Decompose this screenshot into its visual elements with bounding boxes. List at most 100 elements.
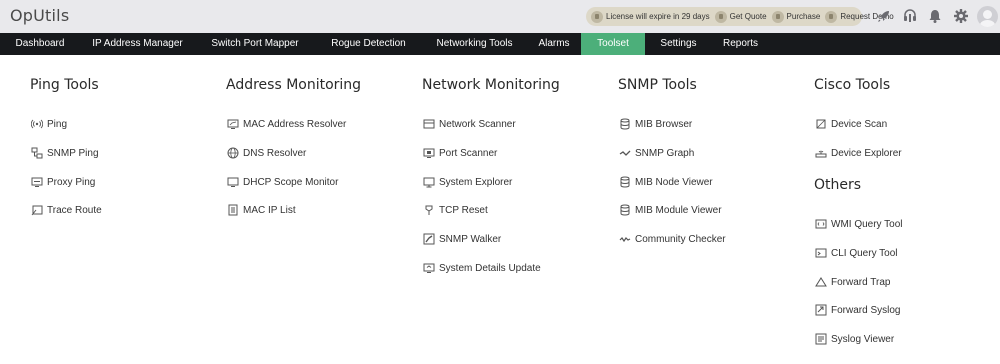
graph-icon [619, 150, 631, 156]
menu-forward-syslog[interactable]: Forward Syslog [815, 303, 900, 317]
monitor-icon [227, 177, 239, 187]
pulse-icon [619, 237, 631, 243]
menu-label: DNS Resolver [243, 147, 307, 159]
menu-tcp-reset[interactable]: TCP Reset [423, 203, 488, 217]
triangle-icon [815, 277, 827, 287]
menu-label: MAC Address Resolver [243, 118, 347, 130]
menu-snmp-ping[interactable]: SNMP Ping [31, 146, 99, 160]
route-icon [31, 205, 43, 216]
reset-icon [425, 205, 433, 215]
quote-icon [714, 10, 727, 23]
ping-tools-section: Ping Tools [30, 76, 99, 94]
signal-icon [31, 119, 43, 129]
address-monitoring-title: Address Monitoring [226, 77, 362, 93]
others-title: Others [814, 177, 862, 193]
menu-system-explorer[interactable]: System Explorer [423, 175, 512, 189]
network-monitoring-section: Network Monitoring [422, 76, 560, 94]
nav-networking-tools[interactable]: Networking Tools [422, 33, 527, 55]
menu-mac-address-resolver[interactable]: MAC Address Resolver [227, 117, 346, 131]
license-info: License will expire in 29 days [591, 10, 710, 23]
avatar[interactable] [977, 6, 998, 27]
menu-forward-trap[interactable]: Forward Trap [815, 275, 890, 289]
purchase-label: Purchase [786, 12, 821, 21]
license-icon [591, 10, 603, 23]
nav-reports[interactable]: Reports [712, 33, 769, 55]
menu-label: Forward Syslog [831, 304, 901, 316]
menu-mib-module-viewer[interactable]: MIB Module Viewer [619, 203, 722, 217]
purchase-icon [771, 10, 784, 23]
menu-trace-route[interactable]: Trace Route [31, 203, 102, 217]
forward-icon [815, 304, 827, 316]
scanner-icon [423, 119, 435, 129]
menu-community-checker[interactable]: Community Checker [619, 232, 726, 246]
menu-label: MIB Module Viewer [635, 204, 722, 216]
terminal-icon [815, 248, 827, 258]
gear-icon[interactable] [953, 8, 969, 24]
nav-toolset[interactable]: Toolset [581, 33, 645, 55]
nav-rogue-detection[interactable]: Rogue Detection [315, 33, 422, 55]
ping-tools-title: Ping Tools [30, 77, 99, 93]
top-header: OpUtils License will expire in 29 days G… [0, 0, 1000, 33]
list-icon [228, 204, 238, 216]
menu-label: System Explorer [439, 176, 513, 188]
nav-settings[interactable]: Settings [645, 33, 712, 55]
menu-label: Port Scanner [439, 147, 498, 159]
menu-label: System Details Update [439, 262, 541, 274]
database-icon [620, 176, 630, 188]
network-monitoring-title: Network Monitoring [422, 77, 560, 93]
menu-label: Syslog Viewer [831, 333, 895, 345]
license-text: License will expire in 29 days [606, 12, 710, 21]
menu-label: Trace Route [47, 204, 102, 216]
snmp-tools-section: SNMP Tools [618, 76, 697, 94]
purchase-link[interactable]: Purchase [771, 10, 821, 23]
menu-system-details-update[interactable]: System Details Update [423, 261, 541, 275]
nav-alarms[interactable]: Alarms [527, 33, 581, 55]
log-icon [815, 333, 827, 345]
rocket-icon[interactable] [876, 8, 892, 24]
address-monitoring-section: Address Monitoring [226, 76, 361, 94]
bell-icon[interactable] [927, 8, 943, 24]
menu-label: Forward Trap [831, 276, 891, 288]
menu-mib-browser[interactable]: MIB Browser [619, 117, 692, 131]
menu-label: SNMP Graph [635, 147, 695, 159]
menu-network-scanner[interactable]: Network Scanner [423, 117, 516, 131]
menu-label: SNMP Walker [439, 233, 502, 245]
menu-label: CLI Query Tool [831, 247, 898, 259]
menu-syslog-viewer[interactable]: Syslog Viewer [815, 332, 894, 346]
get-quote-link[interactable]: Get Quote [714, 10, 767, 23]
menu-label: MIB Node Viewer [635, 176, 713, 188]
port-icon [423, 148, 435, 158]
menu-mib-node-viewer[interactable]: MIB Node Viewer [619, 175, 713, 189]
menu-cli-query-tool[interactable]: CLI Query Tool [815, 246, 898, 260]
menu-port-scanner[interactable]: Port Scanner [423, 146, 497, 160]
cisco-tools-title: Cisco Tools [814, 77, 891, 93]
device-icon [816, 119, 826, 129]
menu-ping[interactable]: Ping [31, 117, 67, 131]
menu-proxy-ping[interactable]: Proxy Ping [31, 175, 95, 189]
menu-label: Proxy Ping [47, 176, 96, 188]
menu-device-scan[interactable]: Device Scan [815, 117, 887, 131]
others-section: Others [814, 176, 861, 194]
menu-device-explorer[interactable]: Device Explorer [815, 146, 902, 160]
demo-icon [825, 10, 838, 23]
network-nodes-icon [31, 147, 43, 159]
globe-icon [227, 147, 239, 159]
menu-label: DHCP Scope Monitor [243, 176, 339, 188]
monitor-icon [227, 119, 239, 129]
computer-icon [423, 177, 435, 188]
menu-label: SNMP Ping [47, 147, 99, 159]
menu-label: Community Checker [635, 233, 726, 245]
nav-switch-port-mapper[interactable]: Switch Port Mapper [195, 33, 315, 55]
database-icon [620, 118, 630, 130]
menu-dhcp-scope-monitor[interactable]: DHCP Scope Monitor [227, 175, 338, 189]
app-logo[interactable]: OpUtils [10, 6, 69, 25]
menu-mac-ip-list[interactable]: MAC IP List [227, 203, 296, 217]
menu-dns-resolver[interactable]: DNS Resolver [227, 146, 306, 160]
headset-icon[interactable] [902, 8, 918, 24]
menu-wmi-query-tool[interactable]: WMI Query Tool [815, 217, 903, 231]
menu-label: WMI Query Tool [831, 218, 903, 230]
menu-snmp-graph[interactable]: SNMP Graph [619, 146, 694, 160]
nav-dashboard[interactable]: Dashboard [0, 33, 80, 55]
nav-ip-address-manager[interactable]: IP Address Manager [80, 33, 195, 55]
menu-snmp-walker[interactable]: SNMP Walker [423, 232, 501, 246]
